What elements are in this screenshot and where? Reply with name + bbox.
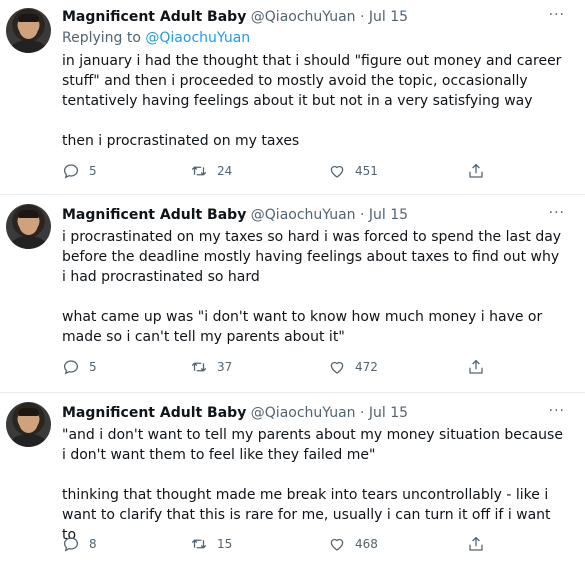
- avatar[interactable]: [6, 204, 51, 249]
- tweet-text: "and i don't want to tell my parents abo…: [62, 425, 567, 545]
- tweet-paragraph: in january i had the thought that i shou…: [62, 53, 562, 109]
- tweet-date[interactable]: · Jul 15: [360, 207, 408, 223]
- like-button[interactable]: 451: [328, 162, 378, 180]
- retweet-button[interactable]: 15: [190, 535, 232, 553]
- tweet[interactable]: Magnificent Adult Baby @QiaochuYuan · Ju…: [0, 196, 585, 390]
- like-count: 468: [355, 537, 378, 551]
- author-handle[interactable]: @QiaochuYuan: [251, 207, 356, 223]
- tweet-text: in january i had the thought that i shou…: [62, 51, 567, 151]
- like-button[interactable]: 468: [328, 535, 378, 553]
- tweet[interactable]: Magnificent Adult Baby @QiaochuYuan · Ju…: [0, 394, 585, 574]
- retweet-icon: [191, 362, 207, 372]
- reply-icon: [63, 360, 79, 375]
- reply-count: 5: [89, 164, 97, 178]
- author-handle[interactable]: @QiaochuYuan: [251, 405, 356, 421]
- retweet-icon: [191, 539, 207, 549]
- author-name[interactable]: Magnificent Adult Baby: [62, 9, 246, 25]
- reply-button[interactable]: 5: [62, 162, 97, 180]
- tweet-paragraph: what came up was "i don't want to know h…: [62, 309, 543, 345]
- avatar[interactable]: [6, 8, 51, 53]
- share-button[interactable]: [467, 162, 485, 180]
- retweet-button[interactable]: 24: [190, 162, 232, 180]
- reply-icon: [63, 537, 79, 552]
- replying-to-label: Replying to: [62, 30, 141, 46]
- like-icon: [330, 538, 344, 551]
- tweet-paragraph: "and i don't want to tell my parents abo…: [62, 427, 563, 463]
- divider: [0, 194, 585, 195]
- retweet-count: 37: [217, 360, 233, 374]
- more-icon[interactable]: ···: [549, 8, 565, 22]
- tweet-header: Magnificent Adult Baby @QiaochuYuan · Ju…: [62, 206, 408, 224]
- reply-count: 5: [89, 360, 97, 374]
- avatar[interactable]: [6, 402, 51, 447]
- like-icon: [330, 361, 344, 374]
- more-icon[interactable]: ···: [549, 206, 565, 220]
- replying-to-handle[interactable]: @QiaochuYuan: [145, 30, 250, 46]
- reply-count: 8: [89, 537, 97, 551]
- share-icon: [469, 163, 483, 178]
- like-count: 451: [355, 164, 378, 178]
- like-button[interactable]: 472: [328, 358, 378, 376]
- reply-button[interactable]: 8: [62, 535, 97, 553]
- tweet-header: Magnificent Adult Baby @QiaochuYuan · Ju…: [62, 404, 408, 422]
- share-button[interactable]: [467, 535, 485, 553]
- tweet-date[interactable]: · Jul 15: [360, 9, 408, 25]
- tweet-text: i procrastinated on my taxes so hard i w…: [62, 227, 567, 347]
- tweet[interactable]: Magnificent Adult Baby @QiaochuYuan · Ju…: [0, 0, 585, 192]
- replying-to: Replying to @QiaochuYuan: [62, 29, 250, 47]
- more-icon[interactable]: ···: [549, 404, 565, 418]
- share-icon: [469, 536, 483, 551]
- author-name[interactable]: Magnificent Adult Baby: [62, 207, 246, 223]
- reply-button[interactable]: 5: [62, 358, 97, 376]
- tweet-date[interactable]: · Jul 15: [360, 405, 408, 421]
- like-icon: [330, 165, 344, 178]
- tweet-header: Magnificent Adult Baby @QiaochuYuan · Ju…: [62, 8, 408, 26]
- author-name[interactable]: Magnificent Adult Baby: [62, 405, 246, 421]
- retweet-icon: [191, 166, 207, 176]
- tweet-paragraph: i procrastinated on my taxes so hard i w…: [62, 229, 562, 285]
- tweet-actions: 5 24 451: [62, 162, 492, 184]
- share-button[interactable]: [467, 358, 485, 376]
- tweet-actions: 8 15 468: [62, 535, 492, 557]
- retweet-button[interactable]: 37: [190, 358, 232, 376]
- like-count: 472: [355, 360, 378, 374]
- tweet-actions: 5 37 472: [62, 358, 492, 380]
- share-icon: [469, 359, 483, 374]
- tweet-paragraph: then i procrastinated on my taxes: [62, 133, 300, 149]
- divider: [0, 392, 585, 393]
- retweet-count: 15: [217, 537, 233, 551]
- reply-icon: [63, 164, 79, 179]
- retweet-count: 24: [217, 164, 233, 178]
- author-handle[interactable]: @QiaochuYuan: [251, 9, 356, 25]
